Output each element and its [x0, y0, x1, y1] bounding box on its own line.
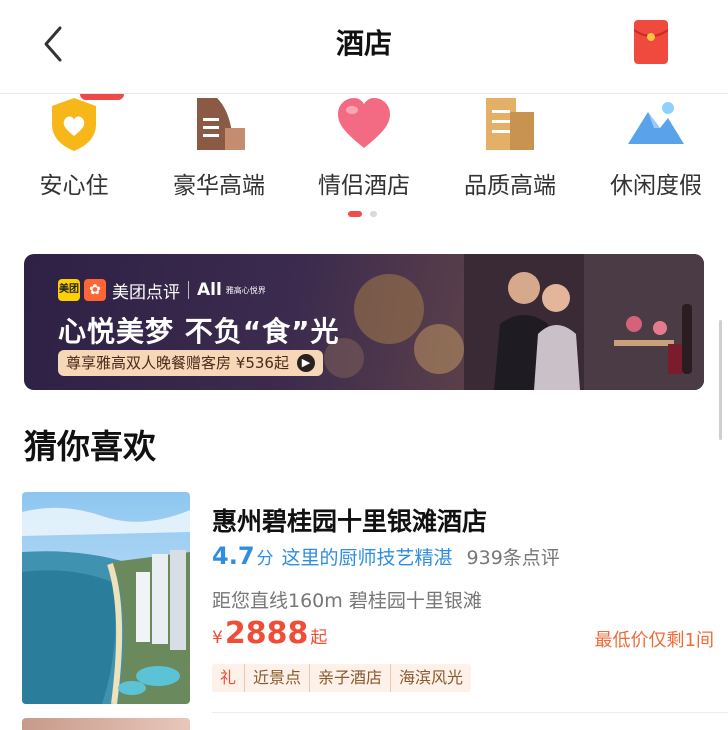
- hotel-tags: 礼 近景点 亲子酒店 海滨风光: [212, 664, 472, 692]
- category-leisure[interactable]: 休闲度假: [596, 94, 716, 204]
- tag-gift: 礼: [220, 668, 237, 687]
- tag-item: 亲子酒店: [309, 664, 390, 692]
- category-quality[interactable]: 品质高端: [450, 94, 570, 204]
- low-price-note: 最低价仅剩1间: [594, 630, 714, 651]
- card-divider: [212, 712, 728, 713]
- banner-headline: 心悦美梦 不负“食”光: [58, 315, 340, 348]
- couple-photo: [464, 254, 704, 390]
- mountain-icon: [628, 102, 684, 144]
- rating-highlight: 这里的厨师技艺精湛: [281, 547, 453, 569]
- category-couple[interactable]: 情侣酒店: [304, 94, 424, 204]
- category-row: 安心住 豪华高端 情侣酒店 品质高端 休闲度假: [0, 94, 728, 204]
- category-anxinzhu[interactable]: 安心住: [14, 94, 134, 204]
- meituan-logo: 美团: [58, 279, 80, 301]
- luxury-building-icon: [197, 98, 245, 150]
- banner-brand-row: 美团 ✿ 美团点评 All 雅高心悦界: [58, 276, 266, 304]
- page-title: 酒店: [335, 27, 392, 60]
- price-currency: ¥: [212, 628, 223, 648]
- bokeh-light: [354, 274, 424, 344]
- price-suffix: 起: [310, 628, 328, 648]
- category-label: 情侣酒店: [318, 173, 410, 199]
- accor-all-logo: All: [197, 280, 222, 300]
- hotel-distance: 距您直线160m 碧桂园十里银滩: [212, 590, 482, 612]
- category-label: 安心住: [39, 173, 109, 199]
- hotel-photo: [22, 492, 190, 704]
- brand-separator: [188, 281, 189, 299]
- brand-name: 美团点评: [112, 282, 180, 303]
- section-title: 猜你喜欢: [24, 427, 156, 466]
- next-hotel-photo[interactable]: [22, 718, 190, 730]
- hotel-card[interactable]: 惠州碧桂园十里银滩酒店 4.7 分 这里的厨师技艺精湛 939条点评 距您直线1…: [0, 492, 728, 714]
- chevron-right-icon: ▶: [296, 354, 315, 372]
- promo-banner[interactable]: 美团 ✿ 美团点评 All 雅高心悦界 心悦美梦 不负“食”光 尊享雅高双人晚餐…: [24, 254, 704, 390]
- indicator-dot: [370, 211, 377, 217]
- category-label: 休闲度假: [610, 173, 702, 199]
- category-label: 豪华高端: [173, 173, 265, 199]
- indicator-dot-active: [348, 211, 362, 217]
- quality-building-icon: [486, 98, 534, 150]
- shield-heart-icon: [52, 98, 96, 151]
- hotel-price: ¥ 2888 起: [212, 616, 327, 651]
- price-value: 2888: [224, 616, 309, 651]
- rating-score: 4.7: [212, 542, 255, 570]
- nav-bar: 酒店: [0, 0, 728, 88]
- heart-icon: [338, 98, 390, 148]
- bokeh-light: [414, 324, 464, 374]
- review-count: 939条点评: [466, 547, 560, 569]
- category-label: 品质高端: [464, 173, 556, 199]
- category-luxury[interactable]: 豪华高端: [159, 94, 279, 204]
- tag-item: 海滨风光: [390, 664, 471, 692]
- banner-cta[interactable]: 尊享雅高双人晚餐赠客房 ¥536起 ▶: [58, 350, 323, 376]
- banner-cta-label: 尊享雅高双人晚餐赠客房 ¥536起: [66, 354, 289, 372]
- accor-subtitle: 雅高心悦界: [225, 285, 266, 295]
- red-packet-icon[interactable]: [634, 20, 668, 64]
- hotel-rating: 4.7 分 这里的厨师技艺精湛 939条点评: [212, 542, 560, 570]
- tag-item: 近景点: [244, 664, 309, 692]
- scrollbar[interactable]: [719, 320, 722, 440]
- dianping-logo: ✿: [84, 279, 106, 301]
- rating-unit: 分: [256, 549, 274, 569]
- hotel-name: 惠州碧桂园十里银滩酒店: [212, 507, 488, 536]
